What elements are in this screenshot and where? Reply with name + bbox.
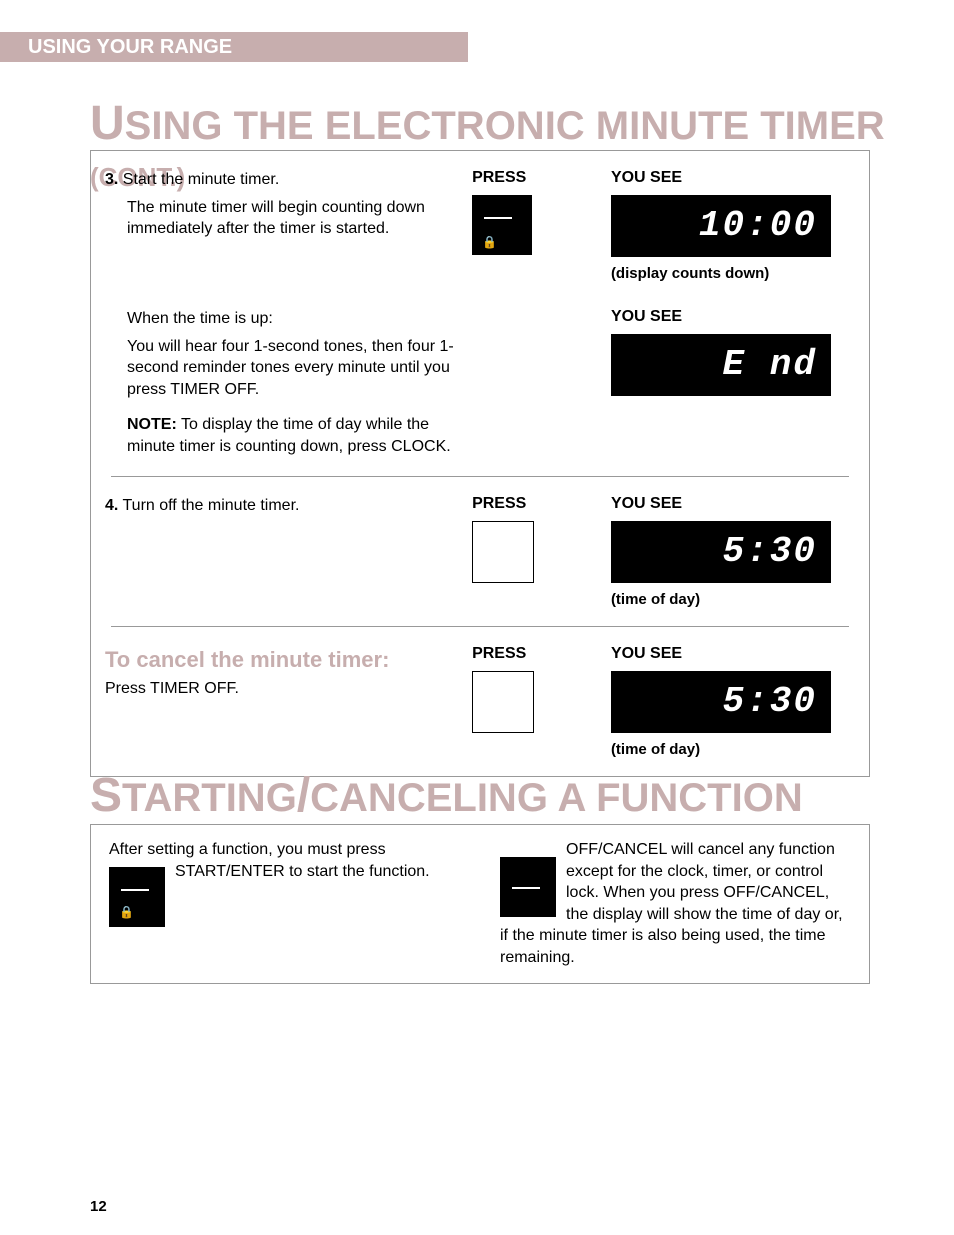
step-4-see-col: YOU SEE 5:30 (time of day) bbox=[611, 495, 849, 608]
cancel-heading: To cancel the minute timer: bbox=[105, 645, 462, 675]
section-tab: USING YOUR RANGE bbox=[0, 32, 468, 62]
step-3-number: 3. bbox=[105, 171, 118, 188]
step-4-press-col: PRESS bbox=[472, 495, 611, 583]
cancel-text: To cancel the minute timer: Press TIMER … bbox=[105, 645, 472, 700]
title-drop-cap: U bbox=[90, 97, 125, 150]
start-enter-button-icon: 🔒 bbox=[472, 195, 532, 255]
press-label: PRESS bbox=[472, 169, 611, 187]
step-3-text: 3. Start the minute timer. The minute ti… bbox=[105, 169, 472, 240]
page-title-2: STARTING/CANCELING A FUNCTION bbox=[90, 768, 803, 823]
cancel-body: Press TIMER OFF. bbox=[105, 678, 462, 700]
step-3-row: 3. Start the minute timer. The minute ti… bbox=[91, 151, 869, 300]
time-up-head: When the time is up: bbox=[127, 308, 462, 330]
step-4-number: 4. bbox=[105, 497, 118, 514]
press-label: PRESS bbox=[472, 495, 611, 513]
display-readout: E nd bbox=[611, 334, 831, 396]
display-readout: 5:30 bbox=[611, 671, 831, 733]
line-icon bbox=[484, 217, 512, 219]
step-4-row: 4. Turn off the minute timer. PRESS YOU … bbox=[91, 477, 869, 626]
instruction-box-1: 3. Start the minute timer. The minute ti… bbox=[90, 150, 870, 777]
step-4-text: 4. Turn off the minute timer. bbox=[105, 495, 472, 517]
line-icon bbox=[121, 889, 149, 891]
page-number: 12 bbox=[90, 1198, 107, 1215]
display-readout: 5:30 bbox=[611, 521, 831, 583]
step-3-press-col: PRESS 🔒 bbox=[472, 169, 611, 255]
lock-icon: 🔒 bbox=[119, 904, 134, 920]
timer-off-button-icon bbox=[472, 521, 534, 583]
title-slash: / bbox=[297, 769, 310, 822]
display-caption: (time of day) bbox=[611, 741, 849, 758]
display-caption: (display counts down) bbox=[611, 265, 849, 282]
time-up-see-col: YOU SEE E nd bbox=[611, 308, 849, 396]
time-up-row: When the time is up: You will hear four … bbox=[91, 300, 869, 476]
yousee-label: YOU SEE bbox=[611, 308, 849, 326]
title-text-1: TARTING bbox=[122, 776, 297, 820]
cancel-press-col: PRESS bbox=[472, 645, 611, 733]
off-cancel-button-icon bbox=[500, 857, 556, 917]
time-up-text: When the time is up: You will hear four … bbox=[105, 308, 472, 458]
line-icon bbox=[512, 887, 540, 889]
display-caption: (time of day) bbox=[611, 591, 849, 608]
step-3-head: Start the minute timer. bbox=[118, 171, 279, 188]
box2-right-col: OFF/CANCEL will cancel any function exce… bbox=[500, 839, 851, 969]
note-label: NOTE: bbox=[127, 416, 177, 433]
step-3-see-col: YOU SEE 10:00 (display counts down) bbox=[611, 169, 849, 282]
press-label: PRESS bbox=[472, 645, 611, 663]
title-text-2: CANCELING A FUNCTION bbox=[310, 776, 803, 820]
time-up-body: You will hear four 1-second tones, then … bbox=[127, 336, 462, 401]
title-drop-cap: S bbox=[90, 769, 122, 822]
box2-left-col: After setting a function, you must press… bbox=[109, 839, 460, 969]
step-3-body: The minute timer will begin counting dow… bbox=[127, 197, 462, 240]
yousee-label: YOU SEE bbox=[611, 169, 849, 187]
yousee-label: YOU SEE bbox=[611, 495, 849, 513]
cancel-see-col: YOU SEE 5:30 (time of day) bbox=[611, 645, 849, 758]
cancel-row: To cancel the minute timer: Press TIMER … bbox=[91, 627, 869, 776]
step-4-head: Turn off the minute timer. bbox=[118, 497, 299, 514]
lock-icon: 🔒 bbox=[482, 235, 497, 249]
timer-off-button-icon bbox=[472, 671, 534, 733]
start-enter-button-icon: 🔒 bbox=[109, 867, 165, 927]
yousee-label: YOU SEE bbox=[611, 645, 849, 663]
display-readout: 10:00 bbox=[611, 195, 831, 257]
title-text: SING THE ELECTRONIC MINUTE TIMER bbox=[125, 104, 885, 148]
instruction-box-2: After setting a function, you must press… bbox=[90, 824, 870, 984]
